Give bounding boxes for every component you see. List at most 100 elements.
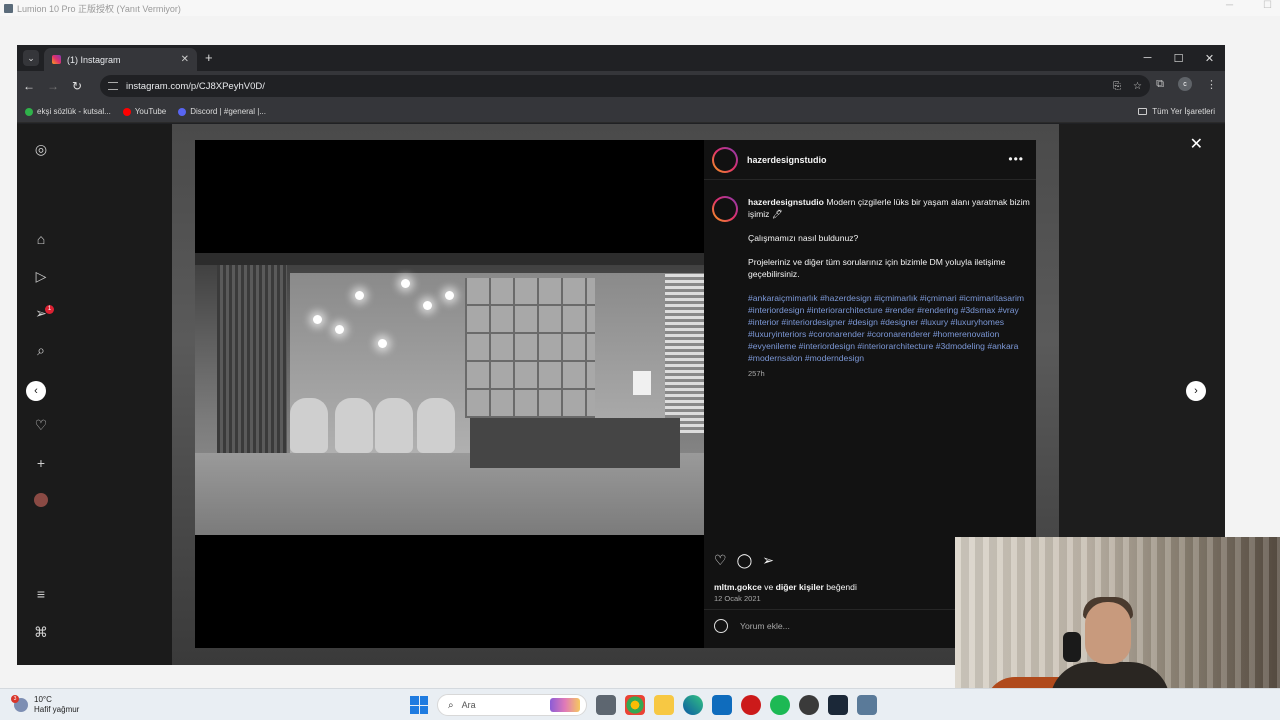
weather-widget[interactable]: 3 10°C Hafif yağmur [11, 695, 80, 715]
maximize-icon[interactable]: ☐ [1163, 52, 1194, 65]
profile-avatar[interactable]: c [1178, 77, 1192, 91]
comment-bubble-icon[interactable]: ◯ [737, 552, 753, 569]
app-titlebar: Lumion 10 Pro 正版授权 (Yanıt Vermiyor) ─ ☐ [0, 0, 1280, 16]
bookmark-label: ekşi sözlük - kutsal... [37, 107, 111, 116]
search-placeholder: Ara [461, 700, 476, 710]
steam-icon[interactable] [828, 695, 848, 715]
app-window-controls: ─ ☐ [1226, 0, 1272, 11]
tab-title: (1) Instagram [67, 54, 121, 65]
new-tab-button[interactable]: + [205, 50, 213, 65]
notification-badge: 1 [45, 305, 54, 314]
comment-placeholder: Yorum ekle... [740, 620, 790, 631]
bookmark-discord[interactable]: Discord | #general |... [178, 107, 266, 116]
likes-connector: ve [764, 582, 774, 592]
taskbar: 3 10°C Hafif yağmur ⌕ Ara [0, 688, 1280, 720]
likes-summary: mltm.gokce ve diğer kişiler beğendi [714, 582, 857, 592]
browser-menu-icon[interactable]: ⋮ [1206, 78, 1217, 91]
discord-icon[interactable] [799, 695, 819, 715]
caption-question: Çalışmamızı nasıl buldunuz? [748, 233, 859, 243]
bookmark-label: YouTube [134, 107, 167, 116]
caption-username[interactable]: hazerdesignstudio [748, 197, 824, 207]
author-username[interactable]: hazerdesignstudio [747, 155, 827, 165]
likes-verb: beğendi [826, 582, 857, 592]
lumion-app-icon [4, 3, 13, 13]
close-window-icon[interactable]: ✕ [1194, 52, 1225, 65]
minimize-icon[interactable]: ─ [1226, 0, 1233, 11]
back-icon[interactable]: ← [17, 79, 41, 93]
app-title: Lumion 10 Pro 正版授权 (Yanıt Vermiyor) [17, 3, 181, 14]
taskbar-search[interactable]: ⌕ Ara [437, 694, 587, 716]
weather-rain-icon: 3 [11, 695, 28, 712]
spotify-icon[interactable] [770, 695, 790, 715]
all-bookmarks-button[interactable]: Tüm Yer İşaretleri [1138, 107, 1215, 116]
bookmark-youtube[interactable]: YouTube [122, 107, 167, 116]
site-info-icon[interactable] [108, 82, 118, 90]
caption-hashtags[interactable]: #ankaraiçmimarlık #hazerdesign #içmimarl… [748, 292, 1030, 364]
bookmarks-bar: ekşi sözlük - kutsal... YouTube Discord … [17, 101, 1225, 123]
file-explorer-icon[interactable] [654, 695, 674, 715]
bookmark-label: Discord | #general |... [190, 107, 266, 116]
share-icon[interactable]: ➢ [762, 552, 774, 569]
reels-icon[interactable]: ▷ [33, 268, 49, 284]
edge-icon[interactable] [683, 695, 703, 715]
search-icon: ⌕ [448, 699, 454, 711]
maximize-icon[interactable]: ☐ [1263, 0, 1272, 11]
eksi-favicon-icon [25, 107, 33, 116]
post-date: 12 Ocak 2021 [714, 594, 761, 603]
bookmark-star-icon[interactable]: ☆ [1133, 81, 1142, 92]
instagram-favicon-icon [52, 55, 61, 64]
youtube-favicon-icon [122, 107, 131, 116]
post-photo [195, 253, 704, 535]
mail-icon[interactable] [712, 695, 732, 715]
emoji-icon[interactable] [714, 618, 728, 633]
tab-instagram[interactable]: (1) Instagram ✕ [44, 48, 197, 71]
caption-avatar[interactable] [712, 196, 738, 222]
instagram-logo-icon[interactable]: ◎ [33, 141, 49, 157]
folder-icon [1138, 108, 1148, 115]
search-highlight-image [550, 698, 580, 712]
bookmark-eksi[interactable]: ekşi sözlük - kutsal... [25, 107, 111, 116]
minimize-icon[interactable]: ─ [1132, 52, 1163, 64]
caption-contact: Projeleriniz ve diğer tüm sorularınız iç… [748, 257, 1006, 279]
discord-favicon-icon [178, 107, 187, 116]
taskbar-apps: ⌕ Ara [410, 694, 877, 716]
profile-avatar-icon[interactable] [33, 492, 49, 508]
create-plus-icon[interactable]: + [33, 455, 49, 471]
likes-others[interactable]: diğer kişiler [776, 582, 824, 592]
tab-close-icon[interactable]: ✕ [181, 54, 189, 65]
caption-first-line: hazerdesignstudio Modern çizgilerle lüks… [748, 196, 1030, 220]
chrome-icon[interactable] [625, 695, 645, 715]
extensions-icon[interactable]: ⧉ [1156, 78, 1164, 91]
author-avatar[interactable] [712, 147, 738, 173]
weather-temp: 10°C [34, 695, 52, 704]
install-app-icon[interactable]: ⎘ [1113, 81, 1121, 92]
post-caption: hazerdesignstudio Modern çizgilerle lüks… [712, 196, 1030, 380]
notifications-heart-icon[interactable]: ♡ [33, 417, 49, 433]
windows-start-icon[interactable] [410, 696, 428, 714]
address-bar[interactable]: instagram.com/p/CJ8XPeyhV0D/ ⎘ ☆ [100, 75, 1150, 97]
tab-strip: ⌄ (1) Instagram ✕ + ─ ☐ ✕ [17, 45, 1225, 71]
more-menu-icon[interactable]: ≡ [33, 586, 49, 602]
browser-toolbar: ← → ↻ instagram.com/p/CJ8XPeyhV0D/ ⎘ ☆ ⧉… [17, 71, 1225, 101]
like-heart-icon[interactable]: ♡ [714, 552, 727, 569]
url-text: instagram.com/p/CJ8XPeyhV0D/ [126, 80, 265, 92]
tab-search-button[interactable]: ⌄ [23, 50, 39, 66]
reload-icon[interactable]: ↻ [65, 79, 89, 93]
opera-icon[interactable] [741, 695, 761, 715]
home-icon[interactable]: ⌂ [33, 231, 49, 247]
close-modal-icon[interactable]: ✕ [1190, 134, 1203, 154]
weather-desc: Hafif yağmur [34, 705, 80, 714]
search-icon[interactable]: ⌕ [33, 342, 49, 358]
all-bookmarks-label: Tüm Yer İşaretleri [1152, 107, 1215, 116]
next-post-arrow[interactable]: › [1186, 381, 1206, 401]
task-view-icon[interactable] [596, 695, 616, 715]
weather-badge: 3 [11, 695, 19, 703]
post-media[interactable] [195, 140, 704, 648]
previous-post-arrow[interactable]: ‹ [26, 381, 46, 401]
lumion-taskbar-icon[interactable] [857, 695, 877, 715]
post-author-header: hazerdesignstudio ••• [704, 140, 1036, 180]
more-options-icon[interactable]: ••• [1008, 152, 1024, 166]
likes-user[interactable]: mltm.gokce [714, 582, 762, 592]
threads-icon[interactable]: ⌘ [33, 624, 49, 640]
forward-icon[interactable]: → [41, 79, 65, 93]
